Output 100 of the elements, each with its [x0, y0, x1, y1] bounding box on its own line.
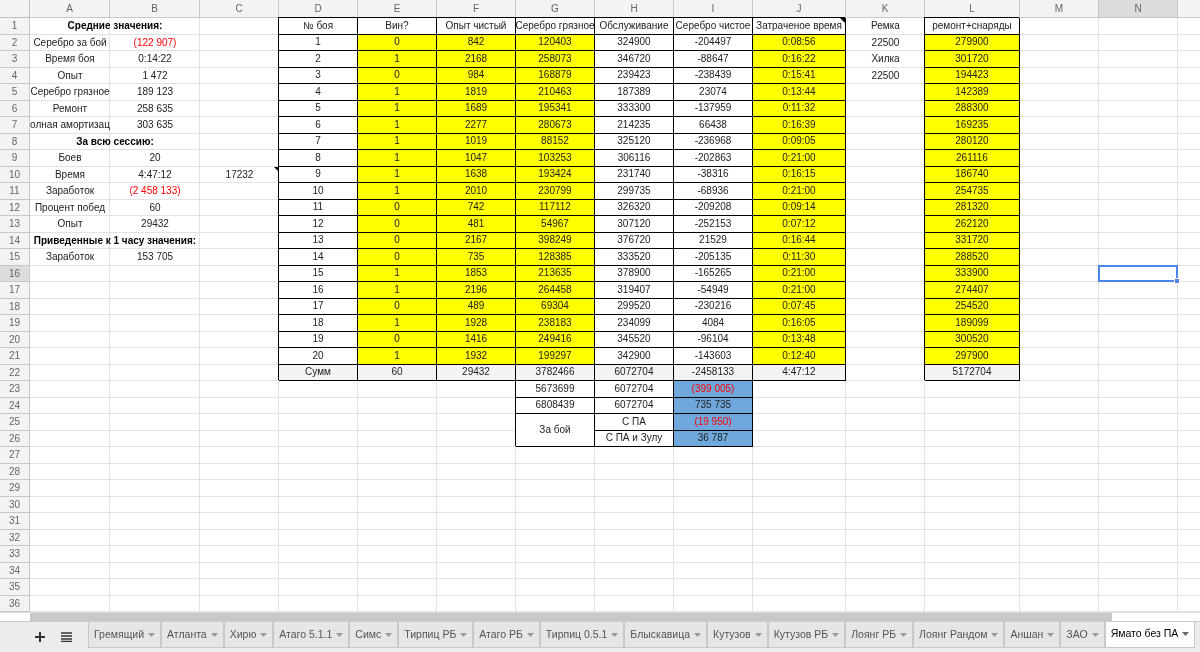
sheet-tab[interactable]: Кутузов	[707, 622, 768, 648]
sheet-tab[interactable]: Симс	[349, 622, 399, 648]
cell-text: -209208	[694, 202, 732, 213]
sheet-tab[interactable]: Атаго 5.1.1	[273, 622, 350, 648]
note-corner-icon[interactable]	[840, 18, 845, 23]
row-header[interactable]: 5	[0, 84, 30, 101]
sheet-tab[interactable]: Атаго РБ	[473, 622, 540, 648]
row-header[interactable]: 15	[0, 249, 30, 266]
caret-icon	[611, 632, 619, 637]
row-header[interactable]: 3	[0, 51, 30, 68]
column-header[interactable]: L	[925, 0, 1020, 18]
sheet-tab[interactable]: Хирю	[223, 622, 274, 648]
cell-text: 17	[312, 301, 324, 312]
caret-icon	[385, 632, 393, 637]
row-header[interactable]: 17	[0, 282, 30, 299]
cell-text: 117112	[539, 202, 571, 213]
cell-text: 169235	[955, 119, 989, 130]
cell-text: 9	[315, 169, 321, 180]
fill-handle[interactable]	[1174, 278, 1180, 284]
cell-text: Серебро грязное	[515, 20, 595, 31]
cell-text: 0:11:32	[782, 103, 816, 114]
sheet-tab[interactable]: Блыскавица	[624, 622, 708, 648]
column-header[interactable]: A	[30, 0, 110, 18]
cell-text: ремонт+снаряды	[932, 20, 1012, 31]
column-header[interactable]: G	[516, 0, 595, 18]
row-header[interactable]: 1	[0, 18, 30, 35]
cell-text: 238183	[538, 317, 572, 328]
scrollbar-thumb[interactable]	[30, 613, 1112, 621]
cell-text: 0	[394, 301, 400, 312]
cell-text: 6808439	[535, 400, 575, 411]
row-header[interactable]: 33	[0, 546, 30, 563]
sheet-tab[interactable]: Тирпиц РБ	[398, 622, 474, 648]
column-header[interactable]: D	[279, 0, 358, 18]
sheet-tab[interactable]: Атланта	[161, 622, 224, 648]
column-header[interactable]: K	[846, 0, 925, 18]
sheet-tab[interactable]: Гремящий	[88, 622, 162, 648]
column-header[interactable]: C	[200, 0, 279, 18]
cell-text: 5	[315, 103, 321, 114]
cell-text: 378900	[617, 268, 651, 279]
cell-text: 6072704	[614, 400, 654, 411]
sheet-tab[interactable]: Аншан	[1004, 622, 1061, 648]
cell-text: 301720	[955, 53, 989, 64]
row-header[interactable]: 21	[0, 348, 30, 365]
row-header[interactable]: 29	[0, 480, 30, 497]
cell-text: Опыт чистый	[445, 20, 507, 31]
row-header[interactable]: 31	[0, 513, 30, 530]
sheet-tab[interactable]: Ямато без ПА	[1104, 622, 1196, 648]
sheet-tab[interactable]: Лоянг Рандом	[913, 622, 1005, 648]
cell-text: 1	[394, 350, 400, 361]
cell-text: 239423	[617, 70, 651, 81]
row-header[interactable]: 7	[0, 117, 30, 134]
row-header[interactable]: 11	[0, 183, 30, 200]
cell-text: 36 787	[697, 433, 729, 444]
row-header[interactable]: 25	[0, 414, 30, 431]
cell-text: 88152	[541, 136, 569, 147]
cell-text: 2277	[464, 119, 488, 130]
column-header[interactable]: B	[110, 0, 200, 18]
cell-text: Ремонт	[52, 103, 88, 114]
selected-cell[interactable]	[1098, 264, 1178, 282]
cell-text: 333900	[955, 268, 989, 279]
sheet-tab[interactable]: ЗАО	[1060, 622, 1105, 648]
column-header[interactable]: E	[358, 0, 437, 18]
cell-text: 10	[312, 185, 324, 196]
add-sheet-button[interactable]	[32, 629, 48, 645]
sheet-tab[interactable]: Кутузов РБ	[767, 622, 846, 648]
sheet-tab[interactable]: Лоянг РБ	[845, 622, 914, 648]
row-header[interactable]: 13	[0, 216, 30, 233]
column-header[interactable]: J	[753, 0, 846, 18]
cell-text: 142389	[955, 86, 989, 97]
sheet-tab[interactable]: Тирпиц 0.5.1	[539, 622, 625, 648]
cell-text: 0:16:22	[782, 53, 816, 64]
cell-text: 1	[394, 169, 400, 180]
cell-text: 60	[149, 202, 161, 213]
cell-text: 15	[312, 268, 324, 279]
cell-text: 258 635	[136, 103, 174, 114]
cell-text: 254735	[955, 185, 989, 196]
cell-text: 0:21:00	[782, 284, 816, 295]
row-header[interactable]: 9	[0, 150, 30, 167]
cell-text: За всю сессию:	[76, 136, 154, 147]
cell-text: 300520	[955, 334, 989, 345]
column-header[interactable]: N	[1099, 0, 1178, 18]
cell-text: 1 472	[142, 70, 168, 81]
row-header[interactable]: 27	[0, 447, 30, 464]
cell-text: 1	[394, 317, 400, 328]
row-header[interactable]: 23	[0, 381, 30, 398]
row-header[interactable]: 35	[0, 579, 30, 596]
sheet-list-button[interactable]	[58, 629, 74, 645]
cell-text: Опыт	[57, 70, 83, 81]
cell-text: 18	[312, 317, 324, 328]
cell-text: 319407	[617, 284, 651, 295]
cell-text: 288520	[955, 251, 989, 262]
column-header[interactable]: M	[1020, 0, 1099, 18]
column-header[interactable]: I	[674, 0, 753, 18]
cell-text: 3	[315, 70, 321, 81]
row-header[interactable]: 19	[0, 315, 30, 332]
column-header[interactable]: F	[437, 0, 516, 18]
cell-text: 12	[312, 218, 324, 229]
column-header[interactable]: H	[595, 0, 674, 18]
cell-text: 288300	[955, 103, 989, 114]
cell-text: 254520	[955, 301, 989, 312]
